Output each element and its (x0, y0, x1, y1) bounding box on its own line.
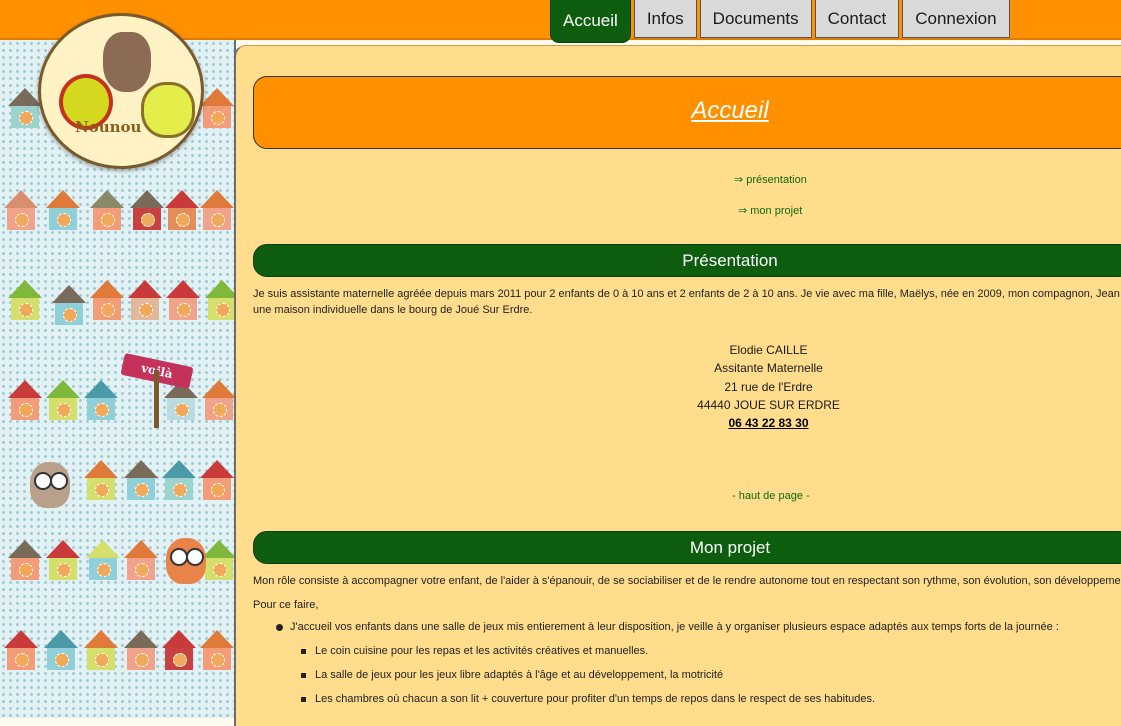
section-presentation-header: Présentation (253, 244, 1121, 277)
sign-post (154, 370, 159, 428)
main-content: Accueil ⇒ présentation ⇒ mon projet Prés… (234, 45, 1121, 726)
house-illustration (162, 460, 196, 500)
house-illustration (202, 540, 234, 580)
owl-illustration (166, 538, 206, 584)
tab-infos[interactable]: Infos (633, 0, 697, 38)
tab-documents[interactable]: Documents (699, 0, 812, 38)
house-illustration (46, 190, 80, 230)
address-name: Elodie CAILLE (729, 343, 808, 357)
house-illustration (124, 630, 158, 670)
house-illustration (8, 88, 42, 128)
section-projet-header: Mon projet (253, 531, 1121, 564)
address-street: 21 rue de l'Erdre (724, 379, 813, 394)
house-illustration (165, 190, 199, 230)
tab-accueil[interactable]: Accueil (550, 0, 631, 43)
house-illustration (8, 380, 42, 420)
page-banner: Accueil (253, 76, 1121, 149)
tab-connexion[interactable]: Connexion (902, 0, 1010, 38)
house-illustration (84, 630, 118, 670)
owl-illustration (30, 462, 70, 508)
address-city: 44440 JOUE SUR ERDRE (697, 397, 840, 412)
house-illustration (90, 280, 124, 320)
address-block: Elodie CAILLE Assitante Maternelle 21 ru… (681, 341, 856, 432)
phone-link[interactable]: 06 43 22 83 30 (681, 414, 856, 432)
house-illustration (128, 280, 162, 320)
house-illustration (124, 540, 158, 580)
house-illustration (84, 380, 118, 420)
link-back-to-top[interactable]: - haut de page - (732, 490, 810, 502)
link-mon-projet[interactable]: ⇒ mon projet (738, 204, 802, 217)
house-illustration (46, 540, 80, 580)
house-illustration (8, 540, 42, 580)
projet-intro: Pour ce faire, (253, 599, 319, 611)
list-item: La salle de jeux pour les jeux libre ada… (300, 669, 724, 681)
section-title: Mon projet (689, 538, 771, 557)
address-role: Assitante Maternelle (714, 361, 823, 376)
site-logo[interactable]: Nounou (38, 13, 204, 169)
house-illustration (202, 380, 234, 420)
house-illustration (86, 540, 120, 580)
house-illustration (200, 190, 234, 230)
house-illustration (162, 630, 196, 670)
page-title: Accueil (691, 97, 769, 124)
house-illustration (200, 630, 234, 670)
logo-text: Nounou (75, 118, 142, 136)
presentation-text: une maison individuelle dans le bourg de… (253, 304, 533, 316)
hand-print-icon (103, 32, 151, 92)
house-illustration (90, 190, 124, 230)
house-illustration (46, 380, 80, 420)
pacifier-icon (141, 82, 195, 138)
house-illustration (200, 88, 234, 128)
house-illustration (200, 460, 234, 500)
house-illustration (8, 280, 42, 320)
house-illustration (205, 280, 234, 320)
house-illustration (4, 630, 38, 670)
projet-text: Mon rôle consiste à accompagner votre en… (253, 575, 1121, 587)
house-illustration (130, 190, 164, 230)
house-illustration (44, 630, 78, 670)
tab-contact[interactable]: Contact (814, 0, 900, 38)
house-illustration (166, 280, 200, 320)
house-illustration (84, 460, 118, 500)
list-item: Le coin cuisine pour les repas et les ac… (300, 645, 649, 657)
presentation-text: Je suis assistante maternelle agréée dep… (253, 288, 1121, 300)
house-illustration (52, 285, 86, 325)
house-illustration (124, 460, 158, 500)
section-title: Présentation (682, 251, 778, 270)
list-item: J'accueil vos enfants dans une salle de … (276, 621, 1059, 633)
house-illustration (4, 190, 38, 230)
link-presentation[interactable]: ⇒ présentation (734, 173, 807, 186)
list-item: Les chambres où chacun a son lit + couve… (300, 693, 876, 705)
main-nav: Accueil Infos Documents Contact Connexio… (550, 0, 1010, 43)
